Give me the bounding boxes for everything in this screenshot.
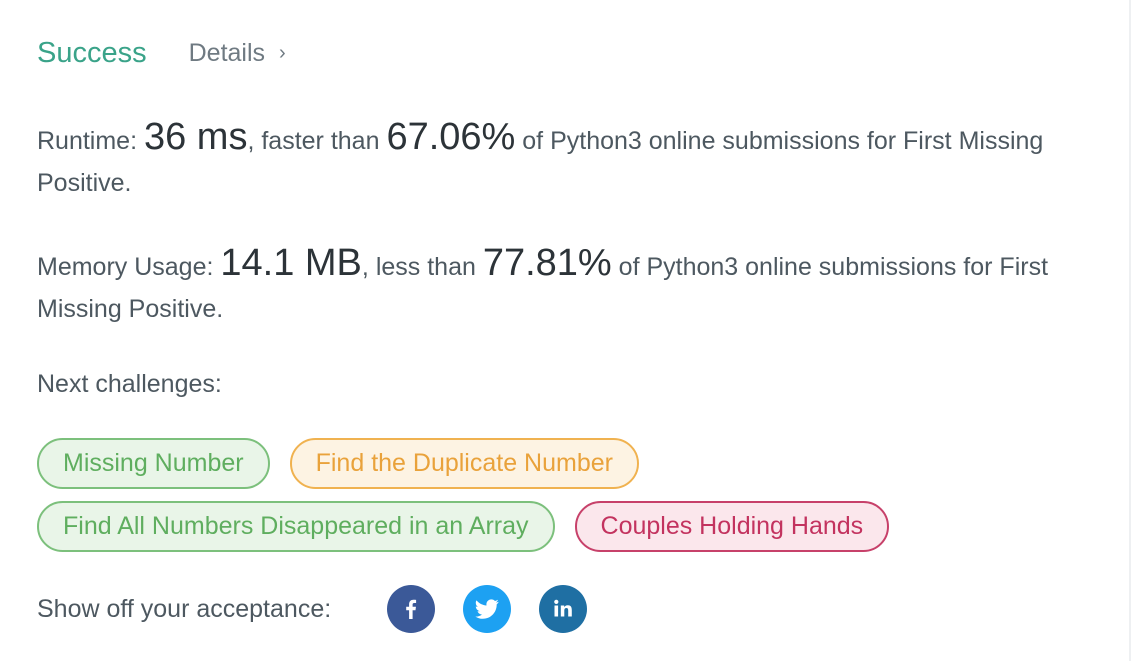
challenge-pill-couples-holding-hands[interactable]: Couples Holding Hands: [574, 501, 890, 552]
details-link[interactable]: Details ›: [189, 39, 286, 68]
twitter-icon[interactable]: [463, 585, 512, 633]
challenge-pill-missing-number[interactable]: Missing Number: [37, 438, 270, 489]
memory-value: 14.1 MB: [220, 242, 362, 284]
share-row: Show off your acceptance:: [37, 585, 588, 633]
runtime-percent: 67.06%: [386, 116, 516, 158]
chevron-right-icon: ›: [279, 41, 286, 64]
runtime-summary: Runtime: 36 ms, faster than 67.06% of Py…: [37, 116, 1097, 204]
facebook-glyph: [406, 599, 417, 619]
details-label: Details: [188, 38, 266, 67]
memory-percent: 77.81%: [482, 242, 612, 284]
next-challenges-label: Next challenges:: [37, 370, 222, 398]
challenge-pill-find-all-numbers-disappeared[interactable]: Find All Numbers Disappeared in an Array: [37, 501, 555, 552]
facebook-icon[interactable]: [387, 585, 436, 633]
status-row: Success Details ›: [37, 33, 286, 73]
challenge-pill-find-the-duplicate-number[interactable]: Find the Duplicate Number: [289, 438, 639, 489]
memory-summary: Memory Usage: 14.1 MB, less than 77.81% …: [37, 242, 1097, 330]
runtime-mid: , faster than: [247, 127, 387, 155]
status-label: Success: [37, 36, 147, 69]
challenges-row: Find All Numbers Disappeared in an Array…: [37, 501, 1097, 552]
challenges-row: Missing Number Find the Duplicate Number: [37, 438, 1097, 489]
linkedin-glyph: [554, 599, 572, 617]
memory-mid: , less than: [361, 253, 483, 281]
linkedin-icon[interactable]: [539, 585, 588, 633]
twitter-glyph: [475, 599, 499, 619]
runtime-value: 36 ms: [143, 116, 248, 158]
runtime-prefix: Runtime:: [37, 127, 144, 155]
memory-prefix: Memory Usage:: [37, 253, 221, 281]
next-challenges-list: Missing Number Find the Duplicate Number…: [37, 438, 1097, 564]
share-label: Show off your acceptance:: [37, 594, 332, 623]
share-icons: [387, 585, 588, 633]
